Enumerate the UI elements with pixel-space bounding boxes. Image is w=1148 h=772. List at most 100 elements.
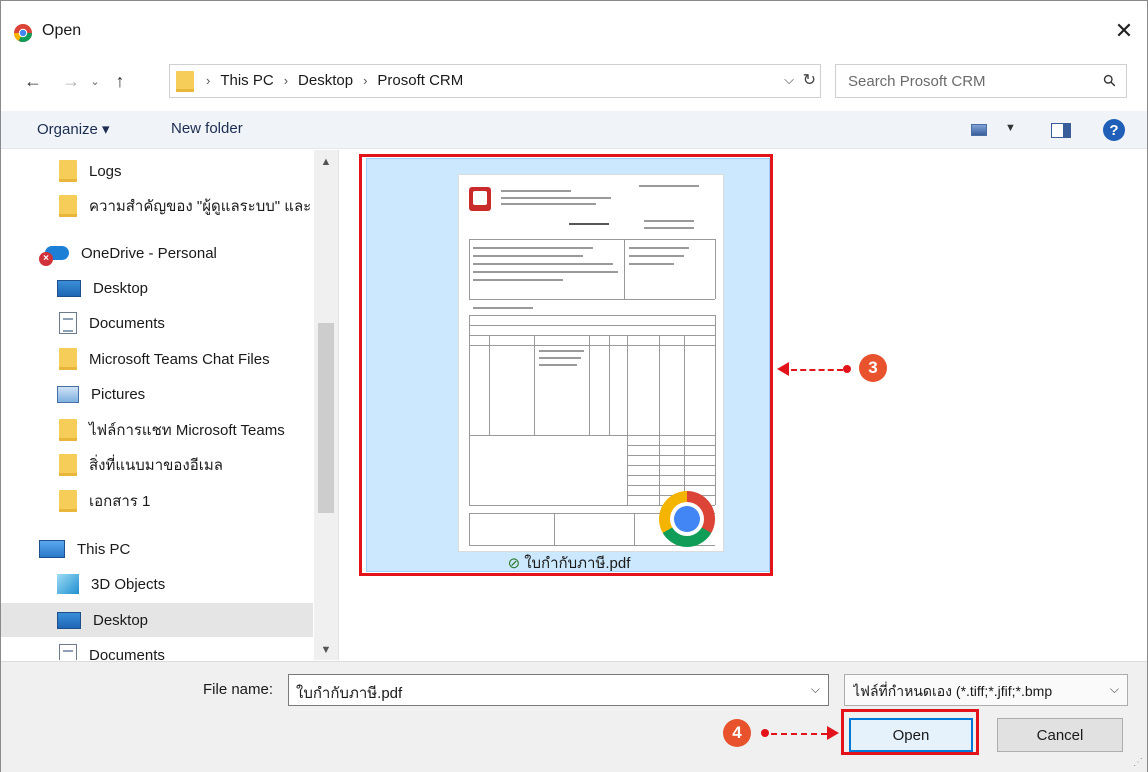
nav-item-onedrive-desktop[interactable]: Desktop — [1, 271, 313, 305]
preview-pane-icon[interactable] — [1051, 123, 1071, 138]
file-name-field-label: File name: — [203, 681, 274, 698]
pictures-icon — [57, 385, 79, 403]
scroll-down-icon[interactable]: ▼ — [314, 644, 338, 656]
documents-icon — [59, 312, 77, 334]
chevron-down-icon: ⌄ — [90, 75, 100, 88]
breadcrumb-prosoft-crm[interactable]: Prosoft CRM — [377, 72, 463, 89]
back-button[interactable]: ← — [19, 67, 47, 95]
breadcrumb-separator: › — [206, 73, 211, 88]
file-name-field-value: ใบกำกับภาษี.pdf — [296, 685, 403, 702]
search-input[interactable]: Search Prosoft CRM ⚲ — [835, 64, 1127, 98]
breadcrumb-desktop[interactable]: Desktop — [298, 72, 353, 89]
nav-item-label: Microsoft Teams Chat Files — [89, 350, 270, 368]
nav-item-email-attachments[interactable]: สิ่งที่แนบมาของอีเมล — [1, 448, 313, 482]
folder-icon — [59, 348, 77, 370]
desktop-icon — [57, 611, 81, 629]
refresh-icon[interactable]: ↻ — [803, 70, 816, 90]
change-view-icon[interactable] — [971, 124, 987, 136]
command-bar: Organize ▾ New folder ▼ ? — [1, 111, 1147, 149]
nav-item-logs[interactable]: Logs — [1, 154, 313, 188]
forward-button[interactable]: → — [57, 67, 85, 95]
callout-arrowhead — [827, 726, 839, 740]
window-title: Open — [42, 22, 82, 39]
organize-button[interactable]: Organize ▾ — [37, 120, 110, 138]
file-name-field[interactable]: ใบกำกับภาษี.pdf ⌵ — [288, 674, 829, 706]
callout-arrowhead — [777, 362, 789, 376]
nav-item-label: Desktop — [93, 611, 149, 629]
callout-highlight-file — [359, 154, 773, 576]
breadcrumb-separator: › — [363, 73, 368, 88]
nav-item-label: This PC — [77, 540, 131, 558]
search-icon: ⚲ — [1100, 71, 1121, 92]
help-icon[interactable]: ? — [1103, 119, 1125, 141]
file-type-filter-value: ไฟล์ที่กำหนดเอง (*.tiff;*.jfif;*.bmp — [853, 683, 1053, 699]
breadcrumb-separator: › — [283, 73, 289, 88]
arrow-left-icon: ← — [24, 70, 42, 91]
view-options-dropdown-icon[interactable]: ▼ — [1005, 122, 1016, 134]
close-icon: ✕ — [1114, 18, 1134, 43]
callout-highlight-open — [841, 709, 979, 755]
callout-dot — [843, 365, 851, 373]
chrome-icon — [13, 24, 32, 43]
open-dialog: Open ✕ ← → ⌄ ↑ › This PC › Desktop › Pro… — [0, 0, 1148, 772]
nav-item-document-1[interactable]: เอกสาร 1 — [1, 484, 313, 518]
onedrive-icon: × — [39, 244, 69, 266]
step-3-badge: 3 — [859, 354, 887, 382]
nav-item-teams-chat-files-th[interactable]: ไฟล์การแชท Microsoft Teams — [1, 413, 313, 447]
arrow-up-icon: ↑ — [115, 70, 125, 91]
nav-item-label: 3D Objects — [91, 575, 166, 593]
folder-icon — [176, 71, 206, 96]
nav-item-3d-objects[interactable]: 3D Objects — [1, 567, 313, 601]
nav-item-label: เอกสาร 1 — [89, 493, 151, 510]
file-type-filter[interactable]: ไฟล์ที่กำหนดเอง (*.tiff;*.jfif;*.bmp ⌵ — [844, 674, 1128, 706]
breadcrumb-this-pc[interactable]: This PC — [220, 72, 273, 89]
nav-item-label: OneDrive - Personal — [81, 244, 217, 262]
nav-item-label: Documents — [89, 314, 165, 332]
3d-objects-icon — [57, 574, 79, 594]
up-button[interactable]: ↑ — [105, 67, 135, 95]
nav-item-label: Documents — [89, 646, 165, 661]
documents-icon — [59, 644, 77, 660]
resize-grip-icon[interactable]: ⋰ — [1133, 757, 1143, 768]
cancel-button[interactable]: Cancel — [997, 718, 1123, 752]
new-folder-button[interactable]: New folder — [171, 120, 243, 137]
close-button[interactable]: ✕ — [1101, 11, 1147, 51]
nav-scrollbar[interactable]: ▲ ▼ — [314, 150, 338, 660]
nav-item-teams-chat-files[interactable]: Microsoft Teams Chat Files — [1, 342, 313, 376]
nav-item-onedrive[interactable]: × OneDrive - Personal — [1, 236, 313, 270]
step-4-badge: 4 — [723, 719, 751, 747]
address-row: ← → ⌄ ↑ › This PC › Desktop › Prosoft CR… — [1, 61, 1147, 101]
nav-item-label: สิ่งที่แนบมาของอีเมล — [89, 457, 223, 474]
desktop-icon — [57, 279, 81, 297]
scrollbar-thumb[interactable] — [318, 323, 334, 513]
chevron-down-icon[interactable]: ⌵ — [811, 682, 820, 697]
folder-icon — [59, 195, 77, 217]
folder-icon — [59, 454, 77, 476]
address-bar[interactable]: › This PC › Desktop › Prosoft CRM ⌵ ↻ — [169, 64, 821, 98]
folder-icon — [59, 419, 77, 441]
address-dropdown-icon[interactable]: ⌵ — [784, 72, 794, 88]
this-pc-icon — [39, 540, 65, 558]
nav-item-label: Desktop — [93, 279, 149, 297]
folder-icon — [59, 490, 77, 512]
recent-locations-button[interactable]: ⌄ — [86, 67, 104, 95]
nav-item-desktop-selected[interactable]: Desktop — [1, 603, 313, 637]
title-bar: Open ✕ — [1, 1, 1147, 61]
nav-item-pictures[interactable]: Pictures — [1, 377, 313, 411]
nav-item-documents[interactable]: Documents — [1, 638, 313, 660]
callout-dot — [761, 729, 769, 737]
nav-item-admin-article[interactable]: ความสำคัญของ "ผู้ดูแลระบบ" และ — [1, 189, 313, 223]
nav-item-label: Pictures — [91, 385, 146, 403]
nav-item-label: Logs — [89, 162, 122, 180]
callout-arrow — [791, 369, 843, 371]
nav-item-onedrive-documents[interactable]: Documents — [1, 306, 313, 340]
scroll-up-icon[interactable]: ▲ — [314, 156, 338, 168]
folder-icon — [59, 160, 77, 182]
arrow-right-icon: → — [62, 70, 80, 91]
callout-arrow — [771, 733, 827, 735]
nav-item-label: ความสำคัญของ "ผู้ดูแลระบบ" และ — [89, 198, 312, 215]
breadcrumb: › This PC › Desktop › Prosoft CRM — [206, 72, 463, 89]
nav-item-this-pc[interactable]: This PC — [1, 532, 313, 566]
chevron-down-icon: ⌵ — [1109, 682, 1119, 696]
navigation-pane: Logs ความสำคัญของ "ผู้ดูแลระบบ" และ × On… — [1, 150, 339, 660]
